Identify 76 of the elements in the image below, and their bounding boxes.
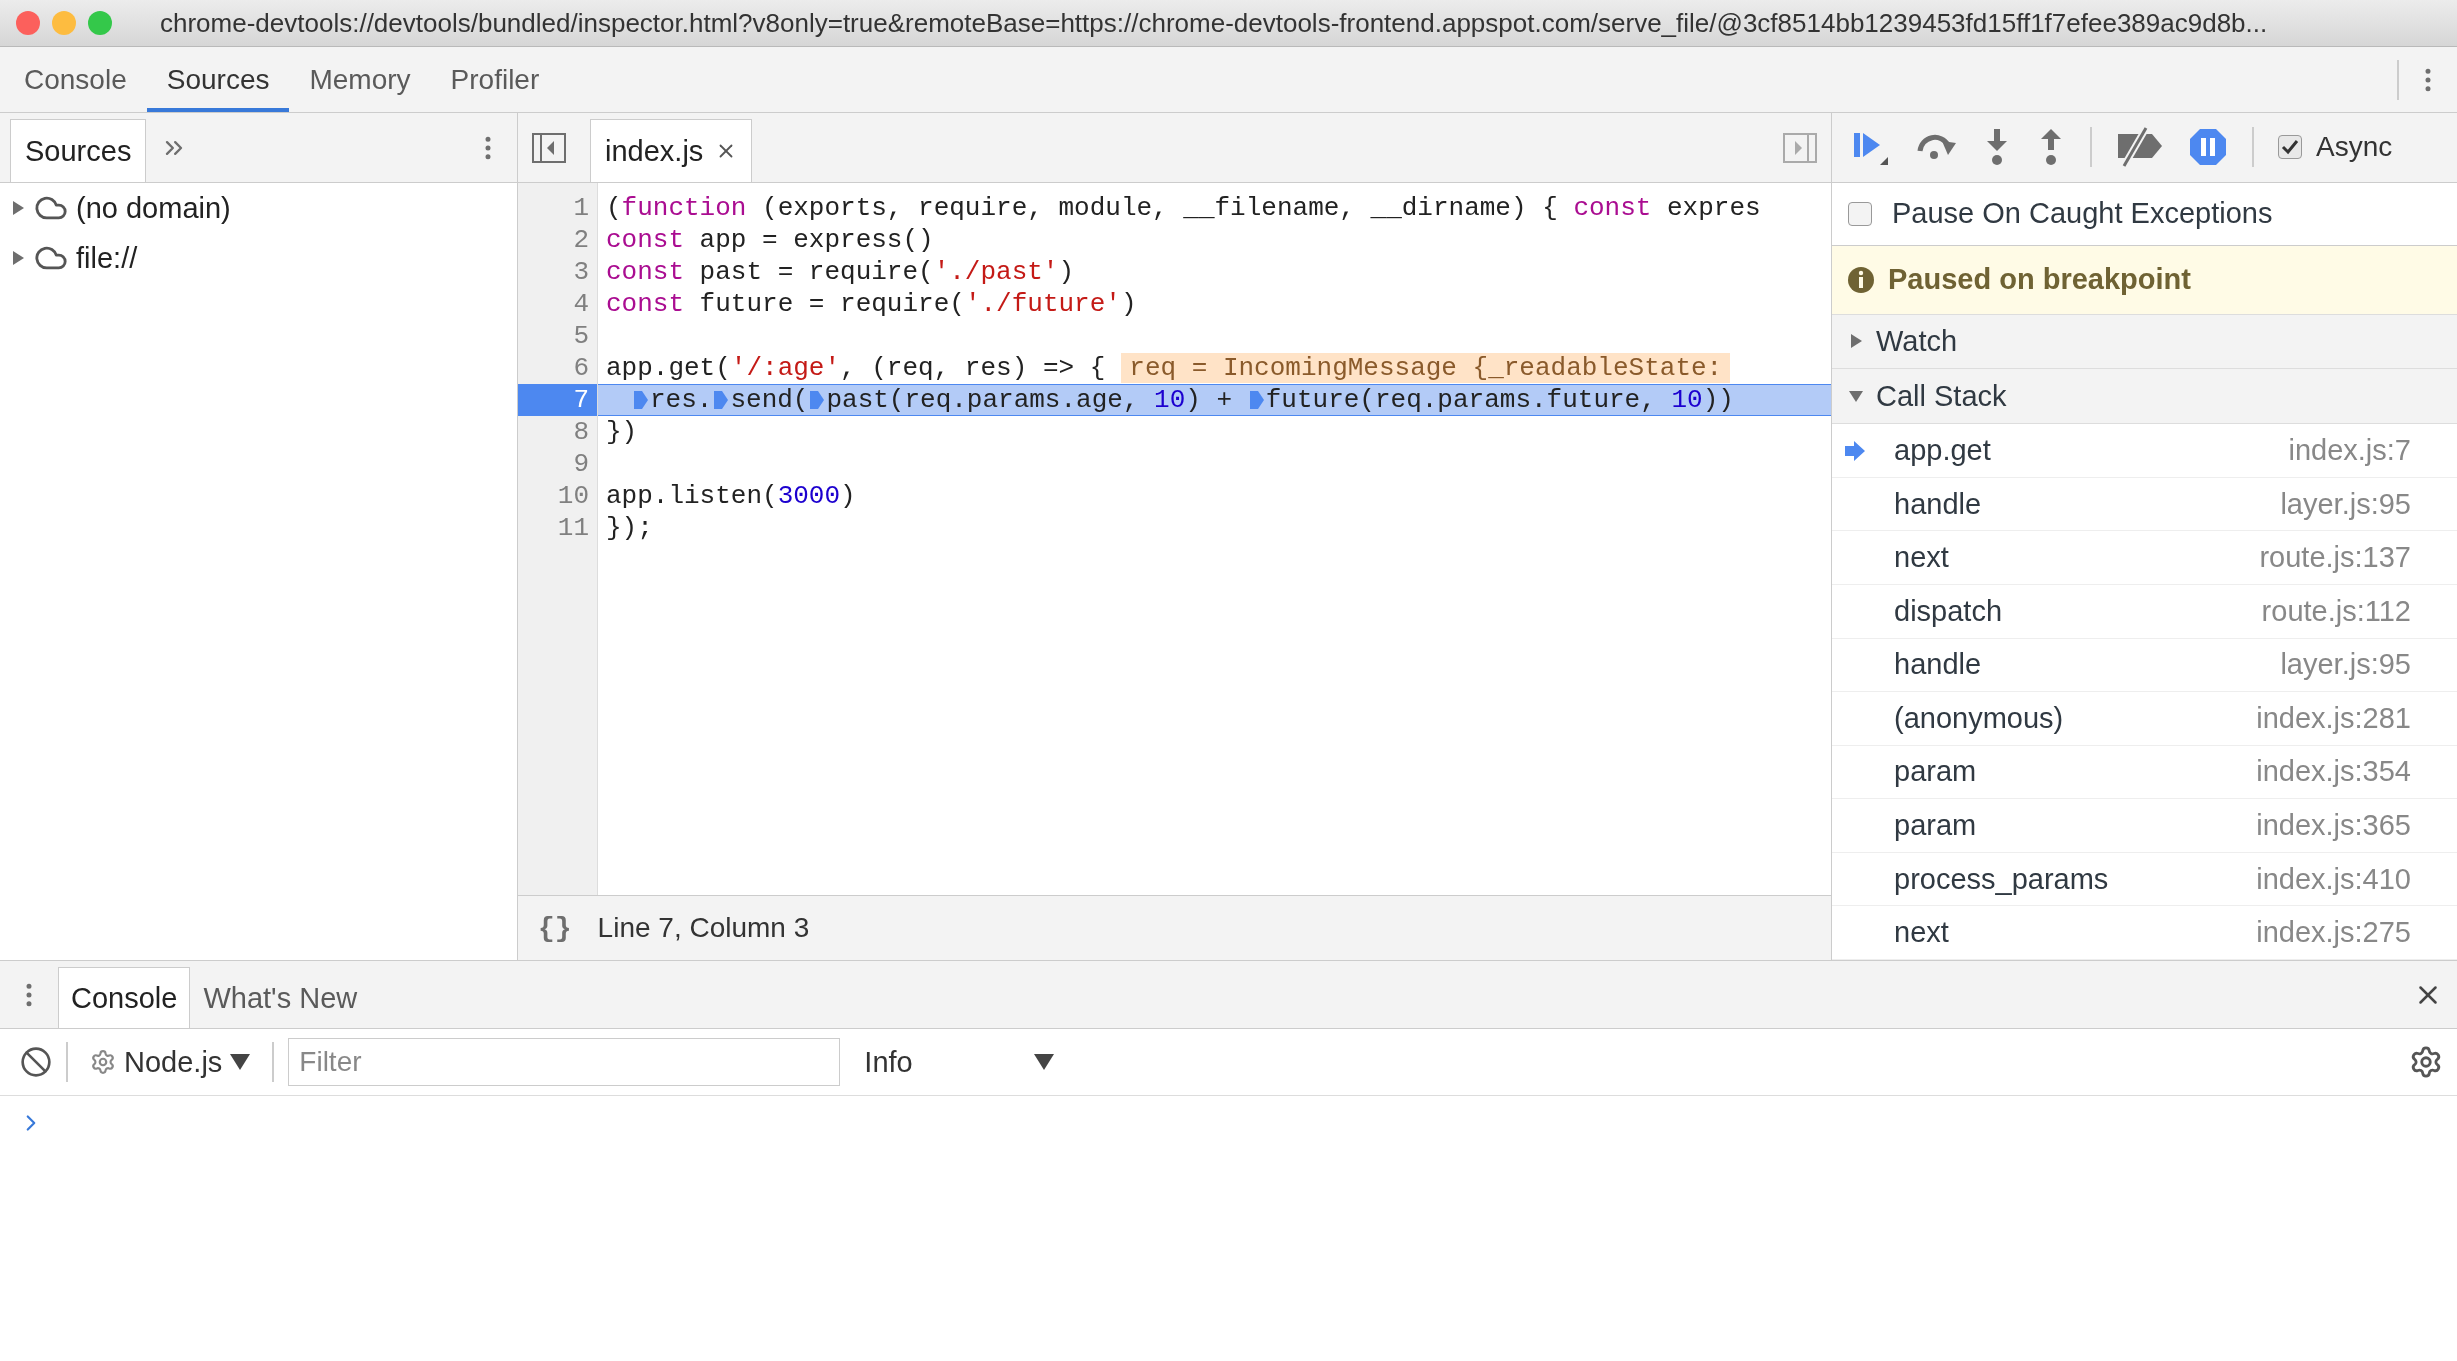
toggle-debugger-icon[interactable] <box>1783 132 1817 163</box>
code-text: (function (exports, require, module, __filename, __dirname) { const expres <box>606 193 1761 223</box>
execution-marker-icon[interactable] <box>1248 389 1265 411</box>
code-text: res. <box>650 385 713 415</box>
info-icon <box>1848 266 1874 293</box>
settings-icon[interactable] <box>2409 1045 2443 1079</box>
call-frame[interactable]: process_params index.js:410 <box>1832 852 2457 907</box>
filter-field[interactable]: Filter <box>288 1038 841 1086</box>
line-number: 1 <box>572 192 590 224</box>
cursor-position: Line 7, Column 3 <box>597 912 810 944</box>
line-number: 8 <box>572 416 590 448</box>
log-level-label: Info <box>864 1045 913 1079</box>
code-text: send( <box>730 385 809 415</box>
code-text: const past = require('./past') <box>606 257 1075 287</box>
code-text: const future = require('./future') <box>606 289 1137 319</box>
collapsed-triangle-icon[interactable] <box>10 200 26 216</box>
section-header[interactable]: Call Stack <box>1876 379 2007 413</box>
code-text: app.get('/:age', (req, res) => { <box>606 353 1106 383</box>
section-header[interactable]: Watch <box>1876 325 1958 358</box>
deactivate-breakpoints-icon[interactable] <box>2116 126 2164 169</box>
log-level-selector[interactable]: Info <box>854 1045 1065 1079</box>
code-text: future(req.params.future, 10)) <box>1265 385 1734 415</box>
pretty-print-button[interactable]: {} <box>538 912 572 944</box>
navigator-tab[interactable]: Sources <box>10 119 147 182</box>
pause-on-exceptions-icon[interactable] <box>2188 127 2228 168</box>
call-frame[interactable]: next index.js:275 <box>1832 906 2457 960</box>
drawer-tab[interactable]: Console <box>58 967 191 1028</box>
pause-on-caught-label: Pause On Caught Exceptions <box>1892 197 2273 231</box>
clear-console-icon[interactable] <box>20 1046 52 1078</box>
file-tab[interactable]: index.js <box>590 119 753 182</box>
code-text: }) <box>606 417 638 447</box>
pause-on-caught-checkbox[interactable] <box>1848 201 1872 226</box>
call-frame[interactable]: app.get index.js:7 <box>1832 424 2457 478</box>
code-text: past(req.params.age, 10) + <box>826 385 1234 415</box>
gear-icon <box>90 1049 116 1075</box>
call-frame[interactable]: dispatch route.js:112 <box>1832 585 2457 639</box>
call-frame[interactable]: handle layer.js:95 <box>1832 477 2457 532</box>
context-label: Node.js <box>124 1045 223 1079</box>
dropdown-caret-icon[interactable] <box>1034 1054 1055 1070</box>
inline-value: req = IncomingMessage {_readableState: <box>1121 353 1731 383</box>
execution-marker-icon[interactable] <box>633 389 649 411</box>
line-number: 7 <box>518 384 597 416</box>
code-text: app.listen(3000) <box>606 481 856 511</box>
line-number: 10 <box>556 480 590 512</box>
drawer-tab[interactable]: What's New <box>190 967 371 1028</box>
code-text: const app = express() <box>606 225 934 255</box>
paused-message: Paused on breakpoint <box>1888 263 2191 297</box>
code-text: }); <box>606 513 653 543</box>
tree-item[interactable]: (no domain) <box>76 191 231 225</box>
collapsed-triangle-icon[interactable] <box>1848 333 1864 350</box>
line-number: 6 <box>572 352 590 384</box>
execution-marker-icon[interactable] <box>713 389 730 411</box>
context-selector[interactable]: Node.js <box>82 1045 259 1079</box>
call-frame[interactable]: next route.js:137 <box>1832 531 2457 585</box>
line-number: 3 <box>572 256 590 288</box>
panel-tab[interactable]: Console <box>4 47 147 112</box>
close-window-icon[interactable] <box>16 11 40 35</box>
window-title: chrome-devtools://devtools/bundled/inspector.html?v8only=true&remoteBase=https://chrome-devtools-frontend.appspot.com/serve_file/@3cf8514bb1239453fd15ff1f7efee389ac9d8b... <box>160 7 2268 39</box>
tree-item[interactable]: file:// <box>76 241 138 275</box>
toggle-navigator-icon[interactable] <box>532 132 566 163</box>
line-number: 11 <box>556 512 590 544</box>
async-label: Async <box>2316 131 2393 164</box>
collapsed-triangle-icon[interactable] <box>10 250 26 266</box>
line-number: 2 <box>572 224 590 256</box>
panel-tab[interactable]: Memory <box>289 47 431 112</box>
line-number: 9 <box>572 448 590 480</box>
panel-tab[interactable]: Profiler <box>430 47 560 112</box>
dropdown-caret-icon[interactable] <box>230 1054 251 1070</box>
line-number: 4 <box>572 288 590 320</box>
call-frame[interactable]: param index.js:354 <box>1832 745 2457 800</box>
async-checkbox[interactable] <box>2278 135 2302 160</box>
call-frame[interactable]: (anonymous) index.js:281 <box>1832 692 2457 746</box>
line-number: 5 <box>572 320 590 352</box>
call-frame[interactable]: param index.js:365 <box>1832 799 2457 853</box>
execution-marker-icon[interactable] <box>809 389 826 411</box>
call-frame[interactable]: handle layer.js:95 <box>1832 638 2457 693</box>
